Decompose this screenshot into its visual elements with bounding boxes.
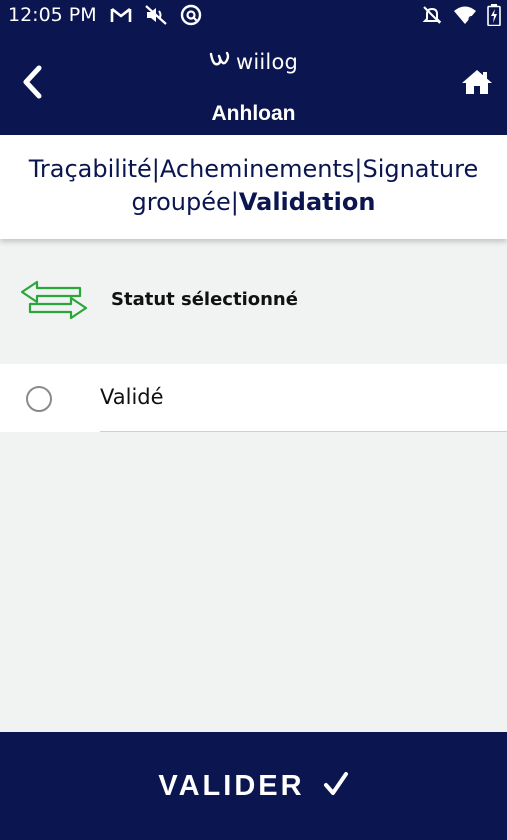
radio-button[interactable]: [26, 386, 52, 412]
divider: [100, 431, 507, 432]
home-icon: [461, 68, 493, 100]
page-title: Anhloan: [211, 102, 296, 125]
app-header: wiilog Anhloan: [0, 30, 507, 135]
brand-logo: wiilog: [0, 50, 507, 74]
option-label: Validé: [100, 385, 164, 409]
tab-acheminements[interactable]: Acheminements: [160, 155, 354, 183]
status-bar: 12:05 PM 6: [0, 0, 507, 30]
gmail-icon: [110, 6, 132, 28]
svg-text:6: 6: [468, 15, 474, 24]
checkmark-icon: [323, 771, 349, 801]
status-section: Statut sélectionné: [0, 268, 507, 332]
tab-separator: |: [151, 155, 160, 183]
tab-tracabilite[interactable]: Traçabilité: [29, 155, 152, 183]
tab-validation[interactable]: Validation: [239, 188, 376, 216]
tab-separator: |: [230, 188, 239, 216]
wiilog-logo-icon: [209, 50, 231, 74]
vpn-icon: [180, 4, 202, 30]
status-section-label: Statut sélectionné: [111, 289, 298, 310]
validate-button-label: VALIDER: [158, 769, 305, 802]
mute-icon: [144, 5, 168, 29]
validate-button[interactable]: VALIDER: [0, 732, 507, 840]
home-button[interactable]: [457, 66, 497, 102]
wifi-icon: 6: [453, 5, 477, 29]
option-valide[interactable]: Validé: [0, 364, 507, 432]
status-time: 12:05 PM: [8, 4, 97, 26]
tab-bar: Traçabilité|Acheminements|Signature grou…: [0, 135, 507, 239]
swap-arrows-icon: [20, 279, 90, 325]
battery-icon: [487, 4, 501, 30]
brand-name: wiilog: [235, 50, 299, 74]
notifications-off-icon: [421, 4, 443, 30]
